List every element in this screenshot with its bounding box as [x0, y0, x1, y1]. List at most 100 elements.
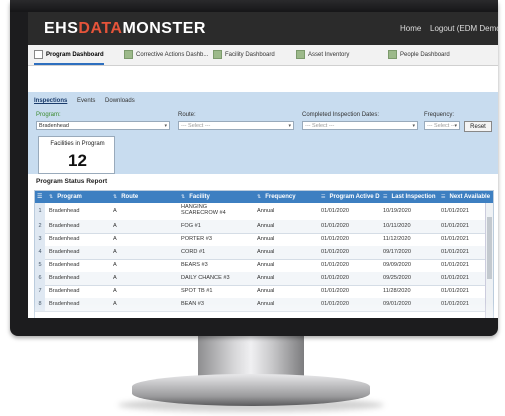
facilities-kpi-card: Facilities in Program 12 [38, 136, 115, 174]
cell-program-active-date: 01/01/2020 [321, 208, 349, 214]
row-number: 1 [35, 203, 45, 220]
grid-menu-icon[interactable]: ☰ [37, 191, 42, 203]
table-row[interactable]: 1 Bradenhead A HANGING SCARECROW #4 Annual 01… [35, 203, 485, 221]
dashboard-icon [213, 49, 222, 59]
grid-scrollbar[interactable] [485, 203, 493, 318]
program-select[interactable]: Bradenhead ▾ [36, 121, 170, 130]
dates-select-value: --- Select --- [305, 123, 335, 129]
col-header-facility[interactable]: ⇅ Facility [181, 191, 210, 203]
subtab-inspections[interactable]: Inspections [34, 98, 67, 104]
dashboard-icon [124, 49, 133, 59]
cell-frequency: Annual [257, 208, 275, 214]
dates-select[interactable]: --- Select --- ▾ [302, 121, 418, 130]
cell-next-available: 01/01/2021 [441, 236, 469, 242]
chevron-down-icon: ▾ [288, 123, 291, 129]
route-select[interactable]: --- Select --- ▾ [178, 121, 294, 130]
subtab-events[interactable]: Events [77, 98, 95, 104]
program-status-grid: ☰ ⇅ Program ⇅ Route ⇅ Facility ⇅ Frequency ☰… [34, 190, 494, 318]
cell-facility: HANGING SCARECROW #4 [181, 204, 226, 216]
cell-facility: FOG #1 [181, 223, 201, 229]
cell-program-active-date: 01/01/2020 [321, 288, 349, 294]
cell-next-available: 01/01/2021 [441, 262, 469, 268]
table-row[interactable]: 7 Bradenhead A SPOT TB #1 Annual 01/01/2020 11… [35, 285, 485, 299]
app-screen: EHSDATAMONSTER Home Logout (EDM Demo Pro… [28, 12, 498, 318]
table-row[interactable]: 3 Bradenhead A PORTER #3 Annual 01/01/2020 11/… [35, 233, 485, 247]
app-logo: EHSDATAMONSTER [44, 20, 206, 38]
cell-program: Bradenhead [49, 249, 80, 255]
row-number: 3 [35, 233, 45, 246]
col-header-next-available[interactable]: ☰ Next Available [441, 191, 490, 203]
nav-home-link[interactable]: Home [400, 24, 421, 33]
cell-last-inspection: 11/12/2020 [383, 236, 411, 242]
reset-button[interactable]: Reset [464, 121, 492, 132]
table-row[interactable]: 5 Bradenhead A BEARS #3 Annual 01/01/2020 09/0… [35, 259, 485, 273]
col-header-route[interactable]: ⇅ Route [113, 191, 138, 203]
tab-program-dashboard[interactable]: Program Dashboard [34, 45, 104, 65]
cell-frequency: Annual [257, 249, 275, 255]
cell-route: A [113, 262, 117, 268]
cell-route: A [113, 236, 117, 242]
col-header-last-inspection[interactable]: ☰ Last Inspection [383, 191, 436, 203]
screen-glare [28, 302, 498, 318]
dates-filter-label: Completed Inspection Dates: [302, 112, 380, 118]
table-row[interactable]: 6 Bradenhead A DAILY CHANCE #3 Annual 01/01/2… [35, 272, 485, 286]
subtab-downloads[interactable]: Downloads [105, 98, 135, 104]
report-title: Program Status Report [36, 178, 108, 185]
subtab-bar: Inspections Events Downloads [34, 98, 143, 104]
table-row[interactable]: 4 Bradenhead A CORD #1 Annual 01/01/2020 09/17… [35, 246, 485, 260]
cell-program: Bradenhead [49, 208, 80, 214]
cell-last-inspection: 09/17/2020 [383, 249, 411, 255]
frequency-filter-label: Frequency: [424, 112, 455, 118]
tab-asset-inventory[interactable]: Asset Inventory [296, 45, 349, 65]
row-number: 6 [35, 272, 45, 285]
route-select-value: --- Select --- [181, 123, 211, 129]
tab-corrective-actions-dashboard[interactable]: Corrective Actions Dashb... [124, 45, 208, 65]
cell-facility: CORD #1 [181, 249, 206, 255]
cell-last-inspection: 09/25/2020 [383, 275, 411, 281]
cell-next-available: 01/01/2021 [441, 249, 469, 255]
nav-logout-link[interactable]: Logout (EDM Demo [430, 24, 498, 33]
cell-frequency: Annual [257, 288, 275, 294]
filter-panel: Inspections Events Downloads Program: Br… [28, 92, 498, 174]
program-filter-label: Program: [36, 112, 61, 118]
frequency-select[interactable]: --- Select --- ▾ [424, 121, 460, 130]
dashboard-icon [34, 49, 43, 59]
cell-frequency: Annual [257, 236, 275, 242]
cell-last-inspection: 09/09/2020 [383, 262, 411, 268]
dashboard-icon [296, 49, 305, 59]
tab-facility-dashboard[interactable]: Facility Dashboard [213, 45, 275, 65]
tab-label: People Dashboard [400, 52, 450, 58]
tab-people-dashboard[interactable]: People Dashboard [388, 45, 450, 65]
cell-last-inspection: 10/11/2020 [383, 223, 411, 229]
row-number: 4 [35, 246, 45, 259]
cell-next-available: 01/01/2021 [441, 288, 469, 294]
logo-text-monster: MONSTER [122, 20, 206, 37]
spacer [28, 66, 498, 92]
table-row[interactable]: 2 Bradenhead A FOG #1 Annual 01/01/2020 10/11/… [35, 220, 485, 234]
chevron-down-icon: ▾ [412, 123, 415, 129]
chevron-down-icon: ▾ [454, 123, 457, 129]
monitor-bezel [10, 0, 498, 12]
cell-program-active-date: 01/01/2020 [321, 249, 349, 255]
tab-label: Corrective Actions Dashb... [136, 52, 209, 58]
cell-route: A [113, 223, 117, 229]
logo-text-ehs: EHS [44, 20, 79, 37]
scrollbar-thumb[interactable] [487, 217, 492, 279]
cell-program-active-date: 01/01/2020 [321, 262, 349, 268]
col-header-frequency[interactable]: ⇅ Frequency [257, 191, 296, 203]
col-header-program-active-date[interactable]: ☰ Program Active D [321, 191, 380, 203]
cell-next-available: 01/01/2021 [441, 208, 469, 214]
frequency-select-value: --- Select --- [427, 123, 457, 129]
cell-program-active-date: 01/01/2020 [321, 223, 349, 229]
monitor-stand [198, 336, 304, 376]
logo-text-data: DATA [78, 20, 123, 37]
app-header: EHSDATAMONSTER Home Logout (EDM Demo [28, 12, 498, 45]
dashboard-tabs: Program Dashboard Corrective Actions Das… [28, 45, 498, 66]
cell-frequency: Annual [257, 223, 275, 229]
grid-header: ☰ ⇅ Program ⇅ Route ⇅ Facility ⇅ Frequency ☰… [35, 191, 493, 203]
cell-facility: PORTER #3 [181, 236, 212, 242]
program-select-value: Bradenhead [39, 123, 69, 129]
cell-program-active-date: 01/01/2020 [321, 236, 349, 242]
col-header-program[interactable]: ⇅ Program [49, 191, 82, 203]
kpi-value: 12 [68, 151, 87, 170]
